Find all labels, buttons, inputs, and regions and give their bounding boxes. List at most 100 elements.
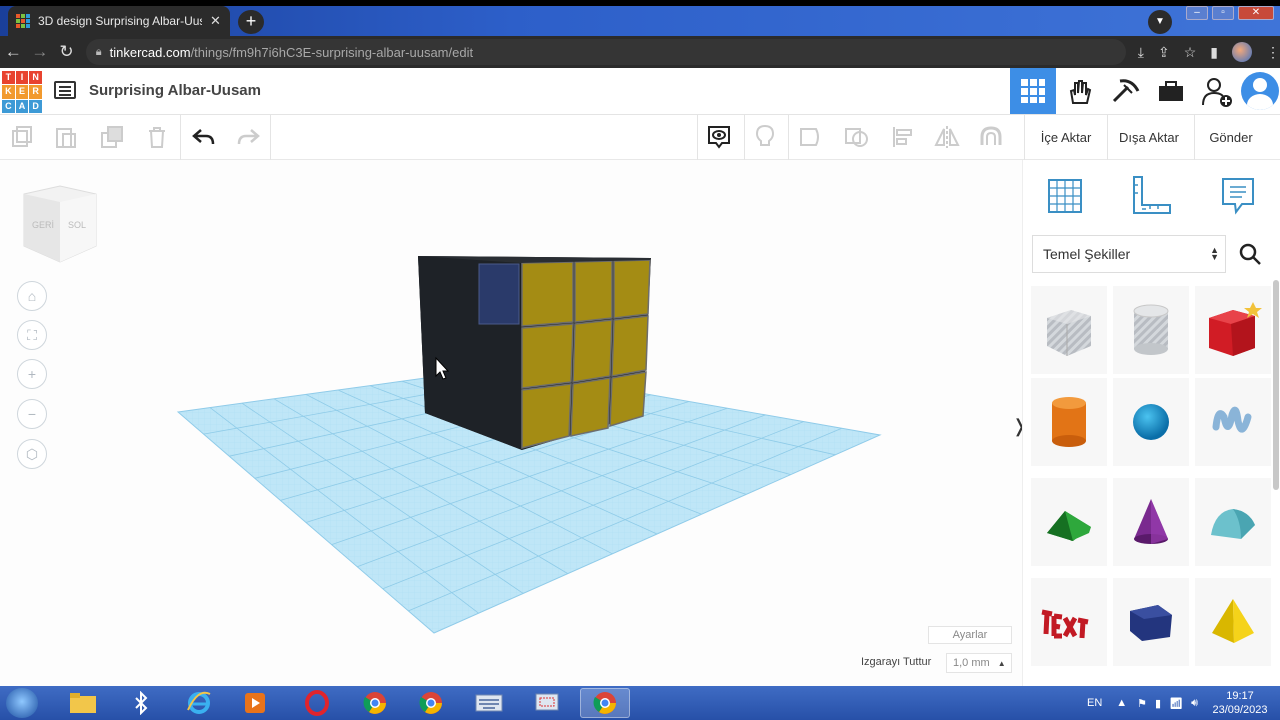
paste-button[interactable]: [52, 123, 80, 151]
snap-grid-select[interactable]: 1,0 mm ▲: [946, 653, 1012, 673]
3d-scene[interactable]: [0, 160, 1022, 686]
home-view-button[interactable]: ⌂: [17, 281, 47, 311]
browser-menu-icon[interactable]: ⋮: [1266, 44, 1280, 61]
browser-tab[interactable]: 3D design Surprising Albar-Uusam ✕: [8, 6, 230, 36]
install-icon[interactable]: ⤓: [1138, 44, 1144, 61]
tinkercad-logo[interactable]: TINKERCAD: [2, 71, 42, 113]
taskbar-media-player[interactable]: [230, 688, 280, 718]
duplicate-icon: [101, 126, 123, 148]
zoom-in-button[interactable]: +: [17, 359, 47, 389]
taskbar-ie[interactable]: [174, 688, 224, 718]
export-button[interactable]: Dışa Aktar: [1110, 123, 1188, 151]
shape-polygon[interactable]: [1113, 578, 1189, 666]
notes-button[interactable]: [751, 123, 779, 151]
copy-button[interactable]: [8, 123, 36, 151]
redo-button[interactable]: [234, 123, 262, 151]
design-list-icon[interactable]: [54, 81, 76, 99]
taskbar-snipping[interactable]: [522, 688, 572, 718]
taskbar-chrome-1[interactable]: [350, 688, 400, 718]
tab-search-button[interactable]: ▼: [1148, 10, 1172, 34]
cruise-button[interactable]: [977, 123, 1005, 151]
align-button[interactable]: [889, 123, 917, 151]
reload-icon[interactable]: ↻: [53, 42, 80, 62]
blocks-view-button[interactable]: [1056, 68, 1102, 114]
language-indicator[interactable]: EN: [1087, 697, 1102, 709]
back-arrow-icon[interactable]: ←: [0, 42, 27, 62]
taskbar-opera[interactable]: [292, 688, 342, 718]
magnet-icon: [980, 126, 1002, 145]
shape-cone[interactable]: [1113, 478, 1189, 566]
side-panel-icon[interactable]: ▮: [1210, 44, 1218, 61]
3d-design-view-button[interactable]: [1010, 68, 1056, 114]
send-to-button[interactable]: Gönder: [1198, 123, 1264, 151]
new-tab-button[interactable]: +: [238, 10, 264, 34]
workplane-viewport[interactable]: GERİ SOL ⌂ ⛶ + − ⬡ Ayarlar Izgarayı Tutt…: [0, 160, 1022, 686]
profile-avatar[interactable]: [1232, 42, 1252, 62]
signal-icon[interactable]: 📶︎: [1169, 697, 1183, 710]
taskbar-bluetooth[interactable]: [116, 688, 166, 718]
shape-cylinder-hole[interactable]: [1113, 286, 1189, 374]
flag-icon[interactable]: ⚑: [1137, 697, 1147, 710]
ungroup-button[interactable]: [843, 123, 871, 151]
mirror-button[interactable]: [933, 123, 961, 151]
perspective-toggle-button[interactable]: ⬡: [17, 439, 47, 469]
url-field[interactable]: 🔒︎ tinkercad.com /things/fm9h7i6hC3E-sur…: [85, 39, 1126, 65]
media-player-icon: [245, 693, 265, 713]
bookmark-star-icon[interactable]: ☆: [1184, 44, 1197, 61]
shape-scribble[interactable]: [1195, 378, 1271, 466]
delete-button[interactable]: [143, 123, 171, 151]
taskbar-chrome-2[interactable]: [406, 688, 456, 718]
notes-tool-button[interactable]: [1216, 174, 1260, 218]
shape-pyramid[interactable]: [1195, 578, 1271, 666]
panel-scrollbar[interactable]: [1273, 280, 1279, 490]
volume-icon[interactable]: 🔊︎: [1191, 697, 1198, 710]
pickaxe-icon: [1112, 79, 1140, 103]
collapse-panel-button[interactable]: ❭: [1012, 416, 1022, 436]
design-title[interactable]: Surprising Albar-Uusam: [89, 82, 261, 99]
import-button[interactable]: İçe Aktar: [1030, 123, 1102, 151]
battery-icon[interactable]: ▮: [1155, 697, 1161, 710]
shape-box[interactable]: [1195, 286, 1271, 374]
shape-text[interactable]: [1031, 578, 1107, 666]
tab-close-icon[interactable]: ✕: [210, 13, 221, 29]
maximize-icon[interactable]: ▫: [1212, 6, 1234, 20]
projects-button[interactable]: [1148, 68, 1194, 114]
header-tools: [1010, 68, 1280, 114]
shape-box-hole[interactable]: [1031, 286, 1107, 374]
add-user-icon: [1202, 78, 1232, 107]
taskbar-explorer[interactable]: [58, 688, 108, 718]
bricks-view-button[interactable]: [1102, 68, 1148, 114]
shape-cylinder[interactable]: [1031, 378, 1107, 466]
green-roof-icon: [1047, 511, 1091, 541]
shape-sphere[interactable]: [1113, 378, 1189, 466]
logo-letter: D: [29, 99, 42, 113]
rubiks-cube-model[interactable]: [418, 256, 651, 450]
tray-expand-icon[interactable]: ▲: [1116, 697, 1127, 709]
window-close-icon[interactable]: ✕: [1238, 6, 1274, 20]
view-cube[interactable]: GERİ SOL: [22, 184, 98, 264]
bluetooth-icon: [135, 691, 148, 715]
shape-search-button[interactable]: [1230, 235, 1270, 273]
settings-button[interactable]: Ayarlar: [928, 626, 1012, 644]
undo-button[interactable]: [190, 123, 218, 151]
shape-roof[interactable]: [1031, 478, 1107, 566]
group-button[interactable]: [797, 123, 825, 151]
shape-round-roof[interactable]: [1195, 478, 1271, 566]
logo-letter: R: [29, 85, 42, 99]
forward-arrow-icon[interactable]: →: [27, 42, 54, 62]
invite-user-button[interactable]: [1194, 68, 1240, 114]
shape-library-select[interactable]: Temel Şekiller ▲ ▼: [1032, 235, 1226, 273]
minimize-icon[interactable]: –: [1186, 6, 1208, 20]
taskbar-chrome-active[interactable]: [580, 688, 630, 718]
fit-view-button[interactable]: ⛶: [17, 320, 47, 350]
duplicate-button[interactable]: [98, 123, 126, 151]
start-button[interactable]: [6, 688, 38, 718]
show-all-button[interactable]: [705, 123, 733, 151]
ruler-tool-button[interactable]: [1129, 174, 1173, 218]
taskbar-osk[interactable]: [464, 688, 514, 718]
user-avatar[interactable]: [1240, 68, 1280, 114]
workplane-tool-button[interactable]: [1043, 174, 1087, 218]
zoom-out-button[interactable]: −: [17, 399, 47, 429]
clock[interactable]: 19:17 23/09/2023: [1210, 689, 1270, 717]
share-icon[interactable]: ⇪: [1158, 44, 1170, 61]
